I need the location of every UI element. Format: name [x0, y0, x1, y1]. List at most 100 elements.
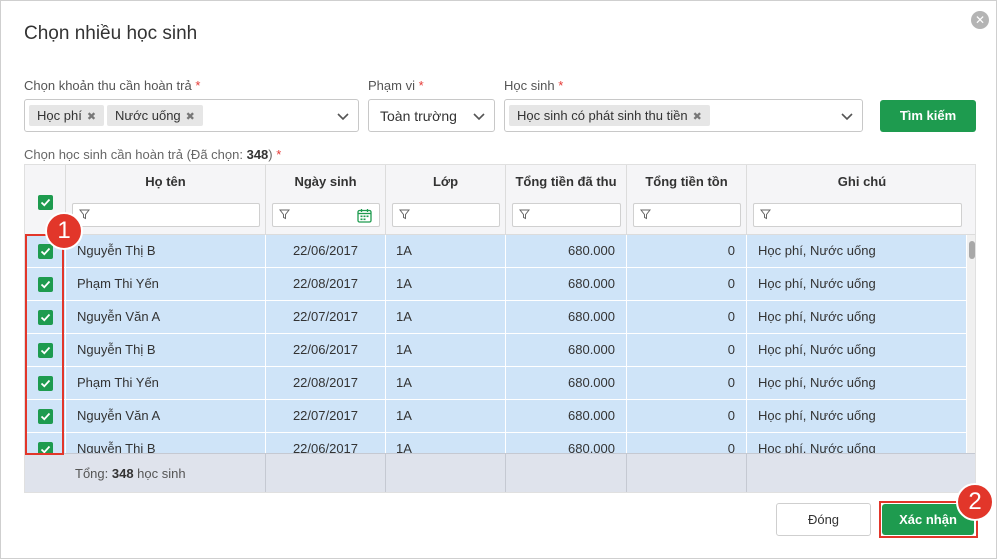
column-header[interactable]: Ngày sinh [266, 174, 385, 189]
calendar-icon[interactable] [357, 208, 372, 223]
table-row[interactable]: Phạm Thi Yến 22/08/2017 1A 680.000 0 Học phí,… [25, 367, 967, 400]
vertical-scrollbar[interactable] [967, 235, 975, 453]
required-mark: * [558, 78, 564, 93]
cell-dob: 22/06/2017 [266, 334, 386, 367]
cell-name: Nguyễn Thị B [66, 433, 266, 453]
remove-tag-icon[interactable]: ✖ [186, 111, 195, 123]
scope-label-text: Phạm vi [368, 78, 415, 93]
cell-class: 1A [386, 367, 506, 400]
column-name: Họ tên [66, 165, 266, 234]
column-note: Ghi chú [747, 165, 975, 234]
column-header[interactable]: Lớp [386, 174, 505, 189]
cell-balance: 0 [627, 301, 747, 334]
check-icon [40, 198, 51, 207]
cell-class: 1A [386, 433, 506, 453]
filter-name-input[interactable] [72, 203, 260, 227]
filter-class-input[interactable] [392, 203, 500, 227]
student-label: Học sinh * [504, 78, 563, 93]
student-grid: Họ tên Ngày sinh Lớp Tổng tiền đã thu Tổ… [24, 164, 976, 493]
scope-label: Phạm vi * [368, 78, 424, 93]
callout-badge-2: 2 [956, 483, 994, 521]
column-header[interactable]: Tổng tiền tồn [627, 174, 746, 189]
cell-dob: 22/08/2017 [266, 268, 386, 301]
cell-balance: 0 [627, 334, 747, 367]
fee-label-text: Chọn khoản thu cần hoàn trả [24, 78, 192, 93]
callout-highlight-checkboxes [25, 234, 64, 455]
filter-icon [519, 209, 530, 220]
filter-paid-input[interactable] [512, 203, 621, 227]
cell-dob: 22/08/2017 [266, 367, 386, 400]
table-row[interactable]: Nguyễn Thị B 22/06/2017 1A 680.000 0 Học phí,… [25, 235, 967, 268]
scrollbar-thumb[interactable] [969, 241, 975, 259]
remove-tag-icon[interactable]: ✖ [87, 111, 96, 123]
fee-tag: Nước uống ✖ [107, 105, 203, 126]
search-button[interactable]: Tìm kiếm [880, 100, 976, 132]
cell-note: Học phí, Nước uống [747, 433, 967, 453]
grid-header: Họ tên Ngày sinh Lớp Tổng tiền đã thu Tổ… [25, 165, 975, 235]
cell-paid: 680.000 [506, 301, 627, 334]
footer-cell [266, 454, 386, 492]
cell-note: Học phí, Nước uống [747, 334, 967, 367]
column-class: Lớp [386, 165, 506, 234]
cell-note: Học phí, Nước uống [747, 235, 967, 268]
column-header[interactable]: Tổng tiền đã thu [506, 174, 626, 189]
required-mark: * [276, 147, 282, 162]
cell-paid: 680.000 [506, 235, 627, 268]
total-count: 348 [111, 466, 134, 481]
cell-name: Phạm Thi Yến [66, 367, 266, 400]
total-suffix: học sinh [133, 466, 186, 481]
fee-label: Chọn khoản thu cần hoàn trả * [24, 78, 200, 93]
cell-class: 1A [386, 334, 506, 367]
total-students: Tổng: 348 học sinh [75, 466, 186, 481]
scope-value: Toàn trường [380, 108, 457, 124]
close-icon[interactable]: ✕ [971, 11, 989, 29]
column-balance: Tổng tiền tồn [627, 165, 747, 234]
required-mark: * [418, 78, 424, 93]
filter-balance-input[interactable] [633, 203, 741, 227]
filter-icon [760, 209, 771, 220]
table-row[interactable]: Nguyễn Văn A 22/07/2017 1A 680.000 0 Học phí,… [25, 301, 967, 334]
table-row[interactable]: Phạm Thi Yến 22/08/2017 1A 680.000 0 Học phí,… [25, 268, 967, 301]
filter-dob-input[interactable] [272, 203, 380, 227]
cell-name: Nguyễn Thị B [66, 334, 266, 367]
cell-paid: 680.000 [506, 400, 627, 433]
grid-label: Chọn học sinh cần hoàn trả (Đã chọn: 348… [24, 147, 281, 162]
column-header[interactable]: Ghi chú [747, 174, 975, 189]
chevron-down-icon[interactable] [472, 109, 486, 123]
chevron-down-icon[interactable] [336, 109, 350, 123]
select-all-checkbox[interactable] [38, 195, 53, 210]
grid-label-suffix: ) [268, 147, 273, 162]
cell-note: Học phí, Nước uống [747, 268, 967, 301]
cell-class: 1A [386, 301, 506, 334]
footer-cell [386, 454, 506, 492]
cell-dob: 22/07/2017 [266, 400, 386, 433]
filter-icon [640, 209, 651, 220]
cell-name: Nguyễn Văn A [66, 400, 266, 433]
fee-tag-label: Học phí [37, 108, 82, 123]
cell-balance: 0 [627, 400, 747, 433]
remove-tag-icon[interactable]: ✖ [693, 111, 702, 123]
filter-icon [79, 209, 90, 220]
fee-tag: Học phí ✖ [29, 105, 105, 126]
filter-note-input[interactable] [753, 203, 962, 227]
scope-select[interactable]: Toàn trường [368, 99, 495, 132]
student-select[interactable]: Học sinh có phát sinh thu tiền ✖ [504, 99, 863, 132]
total-prefix: Tổng: [75, 466, 112, 481]
table-row[interactable]: Nguyễn Thị B 22/06/2017 1A 680.000 0 Học phí,… [25, 334, 967, 367]
fee-select[interactable]: Học phí ✖ Nước uống ✖ [24, 99, 359, 132]
chevron-down-icon[interactable] [840, 109, 854, 123]
table-row[interactable]: Nguyễn Thị B 22/06/2017 1A 680.000 0 Học phí,… [25, 433, 967, 453]
cell-class: 1A [386, 400, 506, 433]
student-label-text: Học sinh [504, 78, 555, 93]
column-dob: Ngày sinh [266, 165, 386, 234]
cell-dob: 22/06/2017 [266, 433, 386, 453]
close-button[interactable]: Đóng [776, 503, 871, 536]
filter-icon [279, 209, 290, 220]
footer-cell [506, 454, 627, 492]
table-row[interactable]: Nguyễn Văn A 22/07/2017 1A 680.000 0 Học phí,… [25, 400, 967, 433]
footer-cell [627, 454, 747, 492]
cell-name: Nguyễn Văn A [66, 301, 266, 334]
cell-balance: 0 [627, 235, 747, 268]
column-header[interactable]: Họ tên [66, 174, 265, 189]
required-mark: * [195, 78, 201, 93]
